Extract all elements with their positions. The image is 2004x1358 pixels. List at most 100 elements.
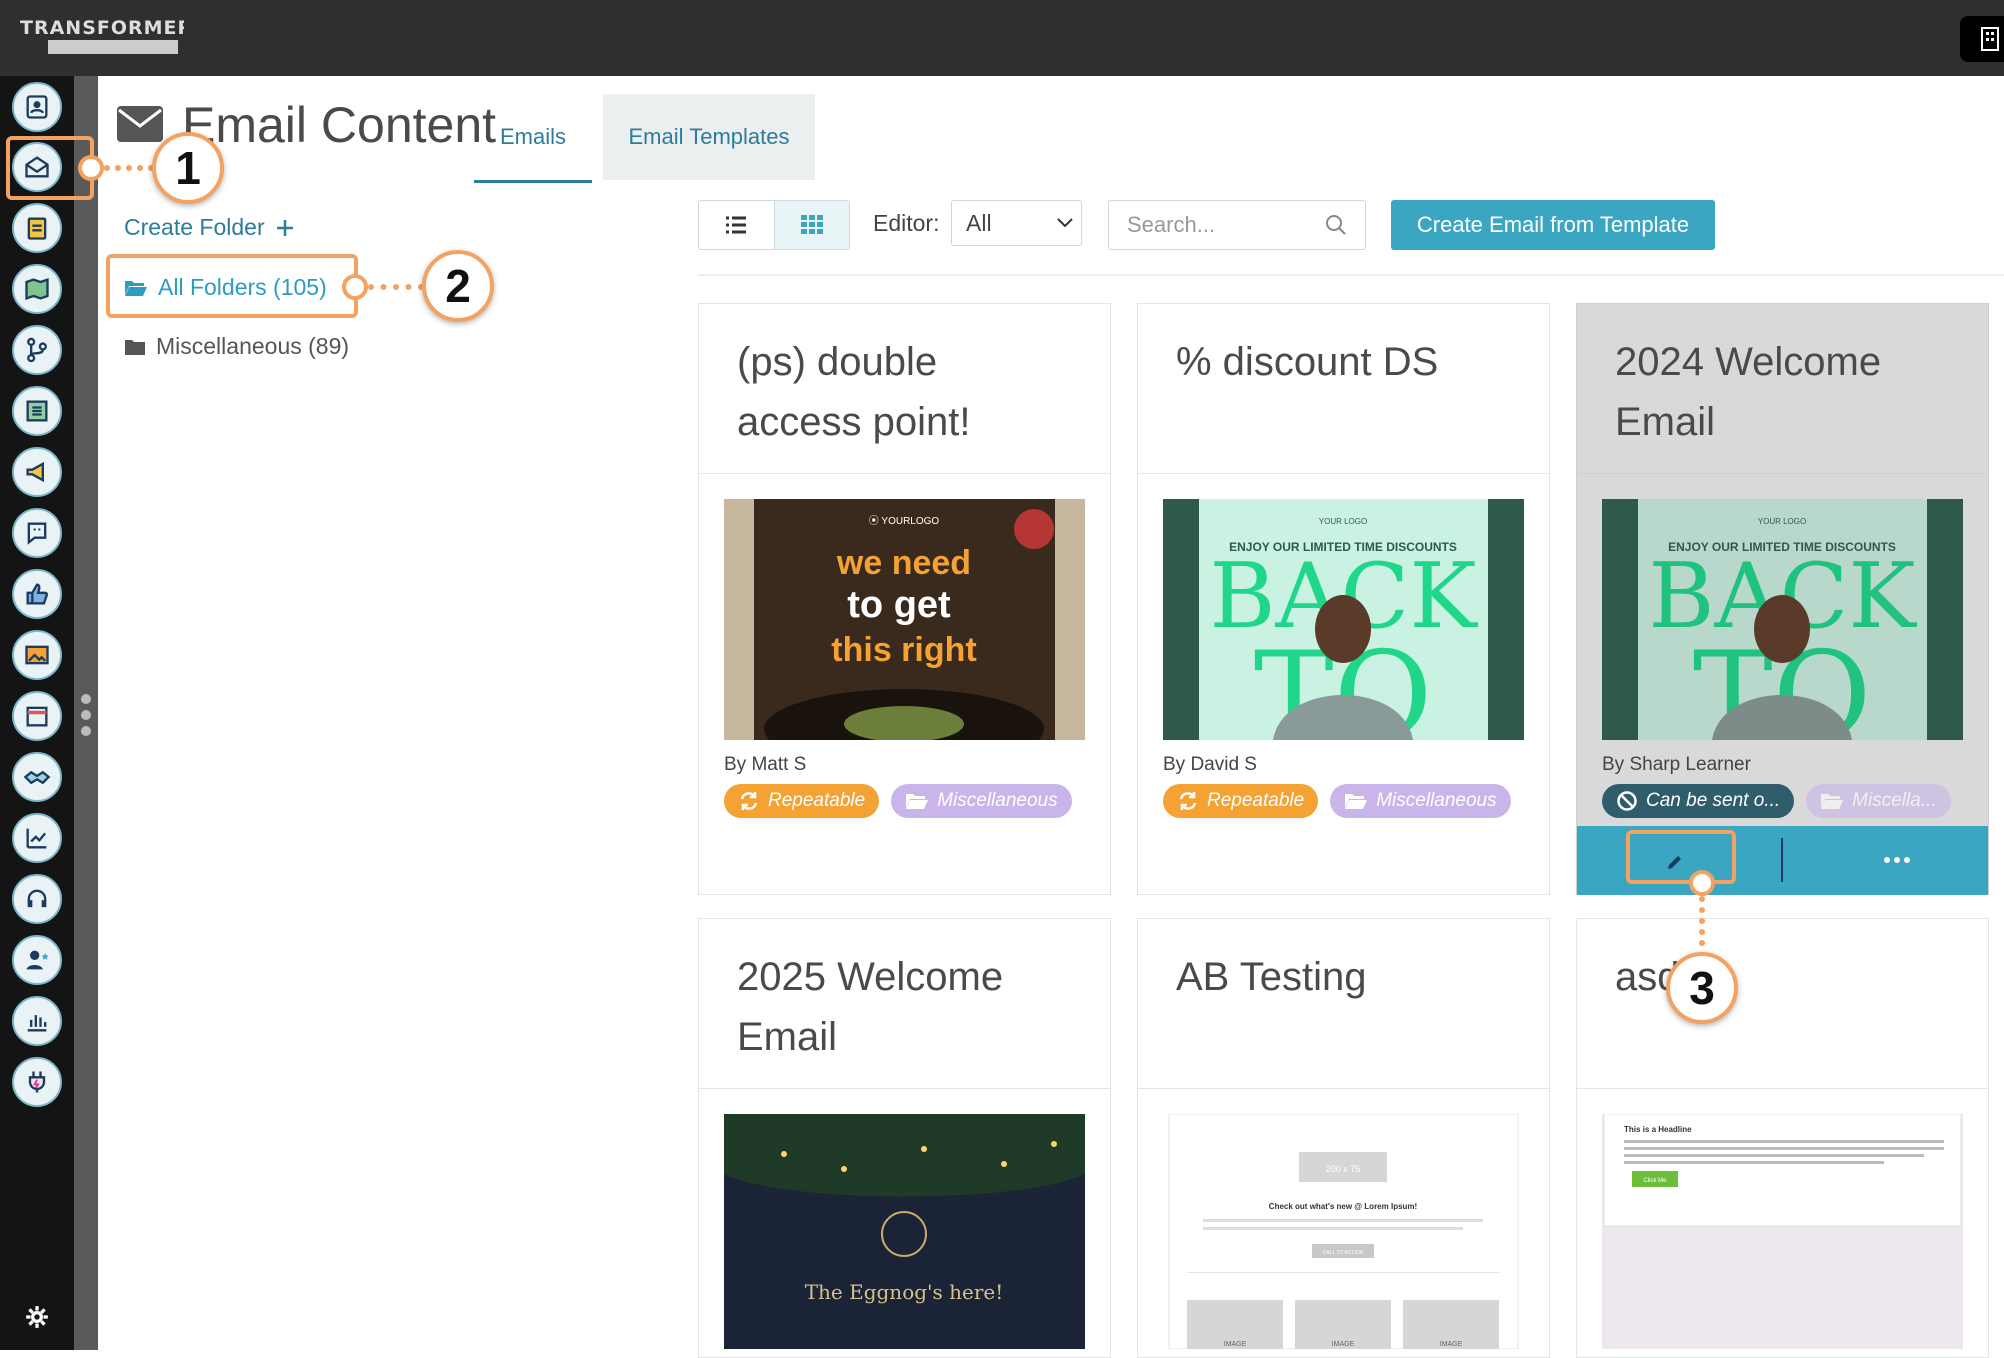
map-icon[interactable] [12, 264, 62, 314]
tab-email-templates[interactable]: Email Templates [603, 94, 815, 180]
email-card[interactable]: % discount DS YOUR LOGO ENJOY OUR LIMITE… [1137, 303, 1550, 895]
workflow-icon[interactable] [12, 325, 62, 375]
search-input[interactable]: Search... [1108, 200, 1366, 250]
plus-icon [276, 219, 293, 236]
contacts-icon[interactable] [12, 82, 62, 132]
folder-miscellaneous[interactable]: Miscellaneous (89) [124, 333, 349, 360]
email-thumbnail[interactable]: The Eggnog's here! [724, 1114, 1085, 1349]
repeat-icon [740, 792, 758, 810]
thumb-line: we need [836, 544, 971, 582]
email-card-author: By Sharp Learner [1602, 754, 1751, 775]
app-logo[interactable]: TRANSFORMERS [18, 14, 207, 60]
email-thumbnail[interactable]: This is a Headline Click Me [1602, 1114, 1963, 1349]
survey-icon[interactable] [12, 508, 62, 558]
ban-icon [1617, 791, 1637, 811]
thumb-line: 200 x 75 [1326, 1164, 1361, 1174]
editor-select[interactable]: All [951, 200, 1082, 246]
thumb-line: IMAGE [1332, 1341, 1355, 1348]
bar-chart-icon[interactable] [12, 996, 62, 1046]
email-card[interactable]: (ps) double access point! ⦿ YOURLOGO we … [698, 303, 1111, 895]
megaphone-icon[interactable] [12, 447, 62, 497]
email-card-title[interactable]: (ps) double access point! [699, 304, 1110, 474]
thumb-line: IMAGE [1224, 1341, 1247, 1348]
page-title: Email Content [182, 97, 497, 153]
email-thumbnail[interactable]: YOUR LOGO ENJOY OUR LIMITED TIME DISCOUN… [1602, 499, 1963, 740]
badge-label: Repeatable [768, 790, 866, 811]
thumb-line: to get [847, 584, 951, 626]
action-divider [1781, 838, 1783, 882]
email-card-title[interactable]: 2024 Welcome Email [1577, 304, 1988, 474]
email-card[interactable]: AB Testing 200 x 75 Check out what's new… [1137, 918, 1550, 1358]
chevron-down-icon [1057, 218, 1073, 228]
annotation-marker-2: 2 [422, 250, 494, 322]
annotation-box-2 [106, 254, 358, 318]
image-gallery-icon[interactable] [12, 630, 62, 680]
search-placeholder: Search... [1127, 212, 1216, 237]
thumb-logo: YOUR LOGO [1758, 517, 1806, 526]
annotation-connector-3 [1689, 870, 1715, 896]
email-card-title[interactable]: AB Testing [1138, 919, 1549, 1089]
ellipsis-dot [1904, 857, 1910, 863]
resize-handle[interactable] [81, 694, 91, 704]
email-thumbnail[interactable]: 200 x 75 Check out what's new @ Lorem Ip… [1163, 1114, 1524, 1349]
list-view-button[interactable] [699, 201, 774, 249]
folder-badge: Miscellaneous [891, 784, 1072, 818]
tab-emails[interactable]: Emails [474, 94, 592, 183]
repeatable-badge: Repeatable [1163, 784, 1319, 818]
thumb-line: The Eggnog's here! [805, 1280, 1004, 1304]
building-icon-button[interactable] [1960, 16, 2004, 62]
thumb-logo: YOUR LOGO [1319, 517, 1367, 526]
building-icon [1981, 27, 1999, 51]
support-headset-icon[interactable] [12, 874, 62, 924]
analytics-trend-icon[interactable] [12, 813, 62, 863]
list-icon[interactable] [12, 386, 62, 436]
settings-gear-icon[interactable] [24, 1304, 50, 1335]
email-thumbnail[interactable]: ⦿ YOURLOGO we need to get this right [724, 499, 1085, 740]
badge-label: Miscellaneous [937, 790, 1058, 811]
plug-icon[interactable] [12, 1057, 62, 1107]
ellipsis-icon [1884, 857, 1890, 863]
email-card-title[interactable]: asd [1577, 919, 1988, 1089]
badge-label: Miscellaneous [1376, 790, 1497, 811]
email-thumbnail[interactable]: YOUR LOGO ENJOY OUR LIMITED TIME DISCOUN… [1163, 499, 1524, 740]
badge-label: Repeatable [1207, 790, 1305, 811]
ellipsis-dot [1894, 857, 1900, 863]
resize-handle-dot [81, 710, 91, 720]
thumb-logo: ⦿ YOURLOGO [869, 515, 940, 527]
repeat-icon [1179, 792, 1197, 810]
thumbs-up-icon[interactable] [12, 569, 62, 619]
thumb-line: Check out what's new @ Lorem Ipsum! [1269, 1202, 1417, 1211]
handshake-icon[interactable] [12, 752, 62, 802]
toolbar-divider [698, 274, 2004, 276]
email-card-author: By Matt S [724, 754, 807, 775]
badge-row: Repeatable Miscellaneous [1163, 784, 1511, 818]
repeatable-badge: Repeatable [724, 784, 880, 818]
annotation-line-2 [368, 284, 424, 290]
create-folder-label: Create Folder [124, 214, 265, 240]
logo-text: TRANSFORMERS [20, 17, 184, 39]
thumb-line: This is a Headline [1624, 1125, 1692, 1134]
create-email-from-template-button[interactable]: Create Email from Template [1391, 200, 1715, 250]
clipboard-icon[interactable] [12, 203, 62, 253]
editor-select-value: All [966, 209, 992, 236]
grid-view-button[interactable] [773, 201, 849, 249]
thumb-line: CALL TO ACTION [1323, 1250, 1364, 1256]
create-folder-button[interactable]: Create Folder [124, 214, 295, 241]
email-card[interactable]: asd This is a Headline Click Me [1576, 918, 1989, 1358]
annotation-connector-1 [78, 155, 104, 181]
email-card-title[interactable]: % discount DS [1138, 304, 1549, 474]
annotation-marker-1: 1 [152, 132, 224, 204]
user-star-icon[interactable] [12, 935, 62, 985]
folder-badge: Miscellaneous [1330, 784, 1511, 818]
annotation-marker-3: 3 [1666, 952, 1738, 1024]
folder-label: Miscellaneous (89) [156, 333, 350, 359]
more-options-button[interactable] [1877, 848, 1917, 872]
email-card-hovered[interactable]: 2024 Welcome Email YOUR LOGO ENJOY OUR L… [1576, 303, 1989, 895]
thumb-line: this right [831, 631, 976, 669]
email-card-title[interactable]: 2025 Welcome Email [699, 919, 1110, 1089]
annotation-line-1 [104, 165, 154, 171]
annotation-connector-2 [342, 274, 368, 300]
badge-label: Miscella... [1852, 790, 1937, 811]
calendar-icon[interactable] [12, 691, 62, 741]
email-card[interactable]: 2025 Welcome Email The Eggnog's here! [698, 918, 1111, 1358]
